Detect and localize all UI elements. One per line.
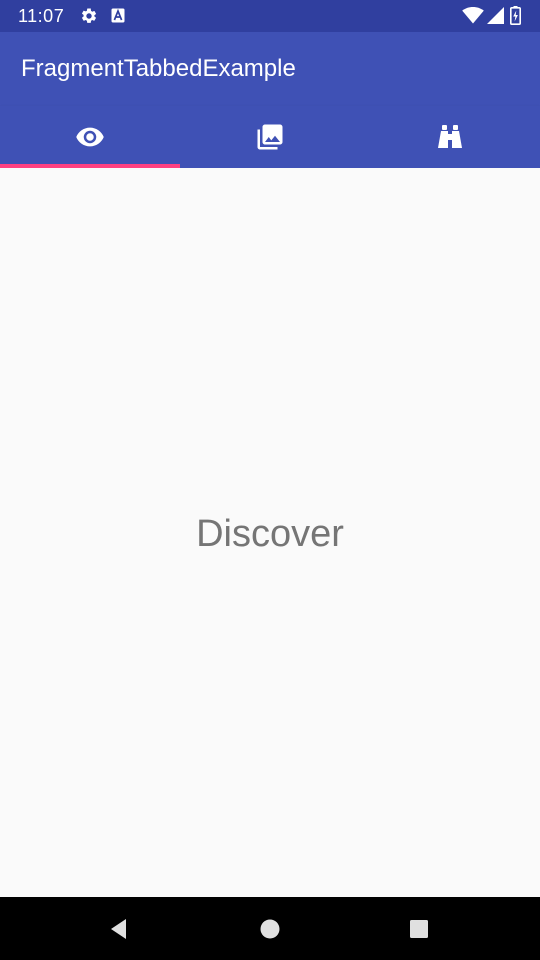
back-button[interactable] (105, 915, 133, 943)
app-bar: FragmentTabbedExample (0, 32, 540, 106)
tab-bar (0, 106, 540, 168)
home-button[interactable] (256, 915, 284, 943)
status-time: 11:07 (18, 6, 65, 26)
recents-button[interactable] (405, 915, 433, 943)
tab-explore[interactable] (360, 106, 540, 168)
cell-signal-icon (487, 7, 504, 24)
battery-icon (510, 6, 521, 25)
tab-photos[interactable] (180, 106, 360, 168)
status-bar: 11:07 (0, 0, 540, 32)
gear-icon (81, 8, 97, 23)
fragment-content: Discover (0, 168, 540, 897)
eye-icon (76, 127, 104, 147)
app-title: FragmentTabbedExample (21, 55, 296, 82)
content-label: Discover (196, 513, 344, 555)
wifi-icon (462, 7, 484, 24)
tab-discover[interactable] (0, 106, 180, 168)
home-icon (260, 919, 280, 939)
navigation-bar (0, 897, 540, 960)
a-notification-icon (111, 8, 125, 23)
photo-library-icon (257, 124, 283, 150)
recents-icon (410, 920, 428, 938)
back-icon (111, 919, 126, 939)
binoculars-icon (438, 125, 462, 148)
